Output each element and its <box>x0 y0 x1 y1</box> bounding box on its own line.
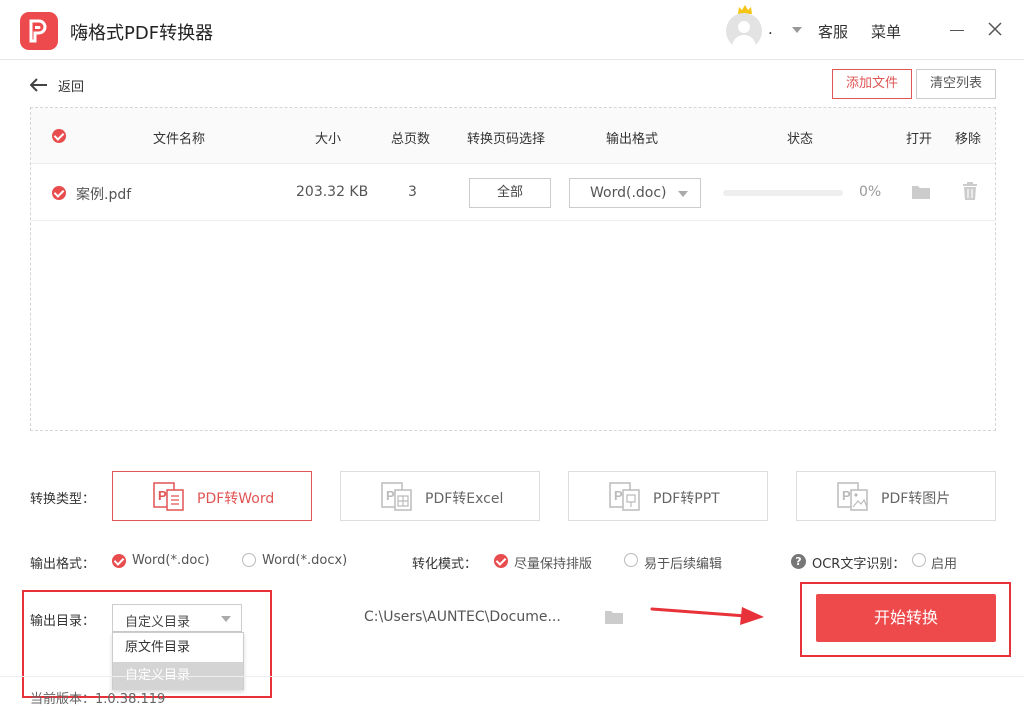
chevron-down-icon <box>678 191 688 197</box>
pdf-to-excel-label: PDF转Excel <box>425 491 504 507</box>
add-files-button[interactable]: 添加文件 <box>832 69 912 99</box>
back-label: 返回 <box>58 79 85 95</box>
annotation-arrow-icon <box>650 607 764 625</box>
svg-text:P: P <box>158 488 167 503</box>
folder-icon[interactable] <box>911 184 931 200</box>
pdf-word-icon: P <box>153 482 184 511</box>
pdf-excel-icon: P <box>381 482 412 511</box>
file-size: 203.32 KB <box>296 184 369 200</box>
header-output-format: 输出格式 <box>606 132 659 147</box>
file-name: 案例.pdf <box>76 187 132 203</box>
version-text: 当前版本：1.0.38.119 <box>30 692 166 707</box>
help-icon[interactable]: ? <box>791 554 806 569</box>
file-list: 文件名称 大小 总页数 转换页码选择 输出格式 状态 打开 移除 案例.pdf … <box>30 107 996 431</box>
pdf-to-excel-button[interactable]: P PDF转Excel <box>340 471 540 521</box>
chevron-down-icon[interactable] <box>792 27 802 33</box>
pdf-image-icon: P <box>837 482 868 511</box>
output-format-select[interactable]: Word(.doc) <box>569 178 701 208</box>
row-checkbox[interactable] <box>52 186 66 200</box>
svg-text:P: P <box>842 488 851 503</box>
app-logo-icon <box>20 12 58 50</box>
close-icon[interactable] <box>988 22 1002 36</box>
format-doc-radio[interactable] <box>112 554 126 568</box>
ocr-label: OCR文字识别： <box>812 557 906 572</box>
header-filename: 文件名称 <box>153 132 206 147</box>
pdf-ppt-icon: P <box>609 482 640 511</box>
pdf-to-ppt-button[interactable]: P PDF转PPT <box>568 471 768 521</box>
annotation-box-output-dir <box>22 590 272 698</box>
table-row: 案例.pdf 203.32 KB 3 全部 Word(.doc) 0% <box>31 165 995 221</box>
mode-keep-layout-radio[interactable] <box>494 554 508 568</box>
conversion-mode-label: 转化模式： <box>412 557 478 572</box>
footer-divider <box>0 676 1024 677</box>
progress-bar <box>723 190 843 196</box>
header-remove: 移除 <box>955 132 982 147</box>
menu-button[interactable]: 菜单 <box>871 21 901 42</box>
ocr-enable-radio[interactable] <box>912 553 926 567</box>
pdf-to-word-label: PDF转Word <box>197 491 275 507</box>
minimize-icon[interactable] <box>950 30 964 31</box>
avatar[interactable] <box>726 13 762 49</box>
format-doc-label[interactable]: Word(*.doc) <box>132 553 210 568</box>
app-title: 嗨格式PDF转换器 <box>70 23 214 44</box>
folder-icon[interactable] <box>604 609 624 625</box>
format-docx-radio[interactable] <box>242 553 256 567</box>
header-size: 大小 <box>315 132 342 147</box>
header-pages: 总页数 <box>391 132 431 147</box>
pdf-to-ppt-label: PDF转PPT <box>653 491 720 507</box>
header-status: 状态 <box>787 132 814 147</box>
title-bar: 嗨格式PDF转换器 . 客服 菜单 <box>0 0 1024 60</box>
conversion-type-label: 转换类型： <box>30 492 96 507</box>
arrow-left-icon <box>30 78 47 92</box>
customer-service-button[interactable]: 客服 <box>818 21 848 42</box>
ocr-enable-label[interactable]: 启用 <box>931 553 957 572</box>
clear-list-button[interactable]: 清空列表 <box>916 69 996 99</box>
svg-text:P: P <box>614 488 623 503</box>
format-docx-label[interactable]: Word(*.docx) <box>262 553 347 568</box>
mode-easy-edit-radio[interactable] <box>624 553 638 567</box>
output-path: C:\Users\AUNTEC\Docume... <box>364 609 561 625</box>
back-button[interactable]: 返回 <box>30 75 84 95</box>
header-page-select: 转换页码选择 <box>467 132 546 147</box>
mode-easy-edit-label[interactable]: 易于后续编辑 <box>644 553 722 572</box>
trash-icon[interactable] <box>962 182 978 200</box>
status-percent: 0% <box>859 184 882 200</box>
annotation-box-start <box>800 582 1011 657</box>
pdf-to-image-label: PDF转图片 <box>881 491 951 507</box>
page-select-button[interactable]: 全部 <box>469 178 551 208</box>
pdf-to-image-button[interactable]: P PDF转图片 <box>796 471 996 521</box>
username[interactable]: . <box>768 20 773 38</box>
output-format-label: 输出格式： <box>30 557 96 572</box>
output-format-value: Word(.doc) <box>590 185 667 201</box>
pdf-to-word-button[interactable]: P PDF转Word <box>112 471 312 521</box>
select-all-checkbox[interactable] <box>52 129 66 143</box>
mode-keep-layout-label[interactable]: 尽量保持排版 <box>514 553 592 572</box>
file-pages: 3 <box>408 184 417 200</box>
svg-text:P: P <box>386 488 395 503</box>
table-header: 文件名称 大小 总页数 转换页码选择 输出格式 状态 打开 移除 <box>31 108 995 164</box>
header-open: 打开 <box>906 132 933 147</box>
